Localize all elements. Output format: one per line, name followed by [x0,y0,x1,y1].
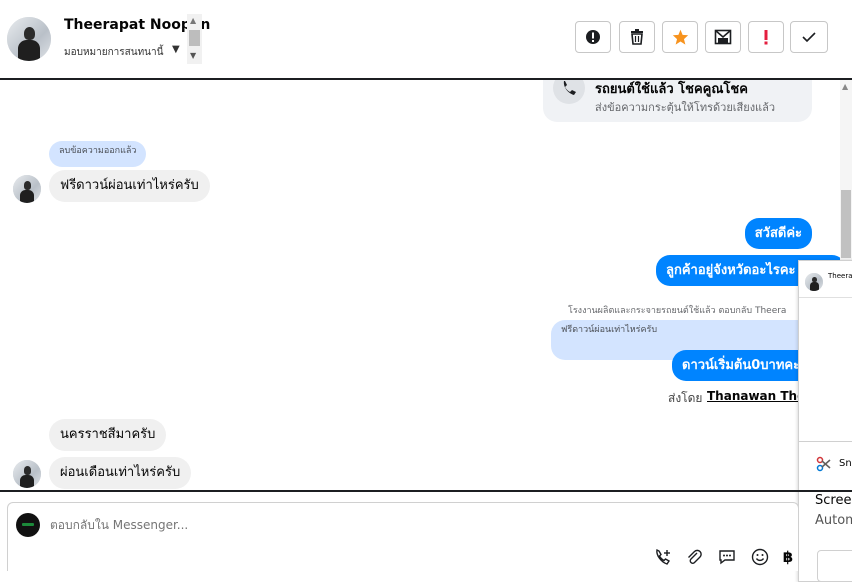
overlay-popup[interactable]: Theerap Sn Screen Autom [798,260,852,582]
contact-avatar-small[interactable] [13,460,41,488]
baht-icon[interactable]: ฿ [781,547,795,567]
popup-divider [799,297,852,298]
popup-button[interactable] [817,550,852,581]
assign-conversation-label[interactable]: มอบหมายการสนทนานี้ [64,45,163,60]
saved-reply-icon[interactable] [717,547,737,567]
screen-label: Screen [815,493,852,508]
incoming-message[interactable]: ฟรีดาวน์ผ่อนเท่าไหร่ครับ [49,170,210,202]
contact-avatar-small[interactable] [13,175,41,203]
alert-circle-icon [586,30,600,44]
sent-by-label: ส่งโดย [668,391,703,405]
composer-box[interactable] [7,502,799,571]
star-icon [672,29,688,45]
trash-icon [631,29,643,45]
reply-meta: โรงงานผลิตและกระจายรถยนต์ใช้แล้ว ตอบกลับ… [568,306,787,316]
call-prompt-card[interactable]: รถยนต์ใช้แล้ว โชคคูณโชค ส่งข้อความกระตุ้… [543,80,812,122]
card-subtitle: ส่งข้อความกระตุ้นให้โทรด้วยเสียงแล้ว [595,101,776,114]
popup-divider [799,441,852,442]
snipping-tool-icon [816,456,831,472]
exclamation-icon [764,30,768,45]
emoji-icon[interactable] [750,547,770,567]
mark-done-button[interactable] [790,21,828,53]
archive-button[interactable] [705,21,741,53]
outgoing-message[interactable]: สวัสดีค่ะ [744,218,812,249]
incoming-message[interactable]: ผ่อนเดือนเท่าไหร่ครับ [49,457,192,489]
header-scrollbar[interactable]: ▲ ▼ [187,14,202,64]
incoming-message[interactable]: นครราชสีมาครับ [49,419,167,451]
caret-down-icon[interactable]: ▼ [172,44,180,55]
paperclip-icon[interactable] [684,547,704,567]
conversation-header: Theerapat Noopan มอบหมายการสนทนานี้ ▼ ▲ ▼ [0,0,852,78]
check-icon [802,32,816,43]
popup-name: Theerap [828,272,852,280]
page-avatar [16,513,40,537]
spam-button[interactable] [748,21,784,53]
delete-button[interactable] [619,21,655,53]
deleted-message-pill: ลบข้อความออกแล้ว [49,141,147,167]
message-thread[interactable]: รถยนต์ใช้แล้ว โชคคูณโชค ส่งข้อความกระตุ้… [0,80,852,491]
popup-avatar [805,273,823,291]
alert-button[interactable] [575,21,611,53]
snip-label: Sn [839,458,852,469]
mail-archive-icon [714,29,732,45]
phone-plus-icon[interactable] [653,547,673,567]
phone-icon [553,80,585,104]
composer-divider [0,490,852,492]
contact-avatar[interactable] [7,17,51,61]
star-button[interactable] [662,21,698,53]
automation-label: Autom [815,513,852,528]
reply-input[interactable] [50,514,650,536]
card-title: รถยนต์ใช้แล้ว โชคคูณโชค [595,82,748,97]
